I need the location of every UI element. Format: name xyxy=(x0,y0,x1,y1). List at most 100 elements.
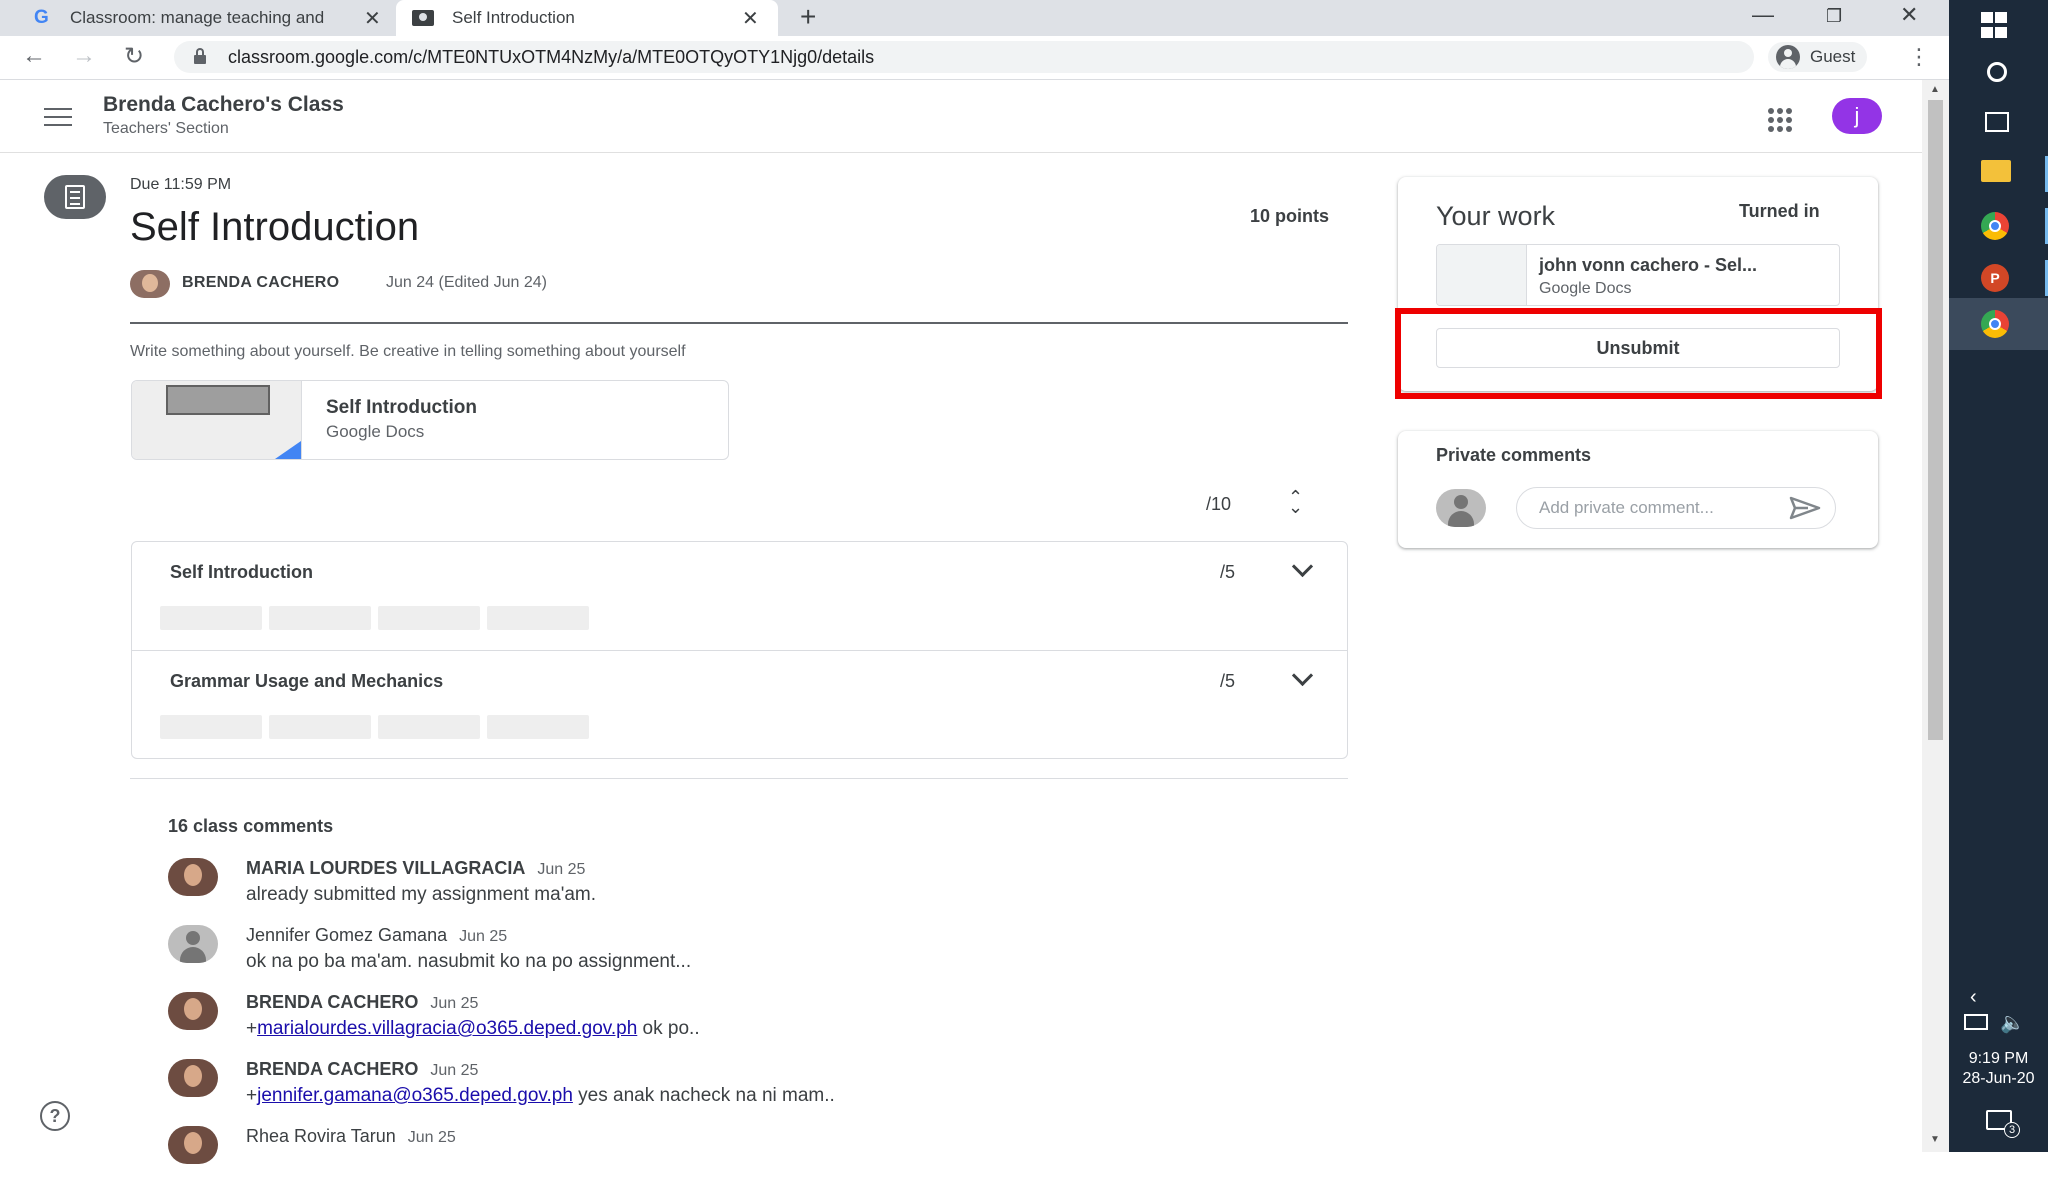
rubric-criterion[interactable]: Grammar Usage and Mechanics /5 xyxy=(132,650,1347,758)
comment-date: Jun 25 xyxy=(430,1062,479,1079)
expand-collapse-icon[interactable]: ⌃ ⌄ xyxy=(1288,488,1303,516)
tab-self-introduction[interactable]: Self Introduction ✕ xyxy=(396,0,778,36)
comment-date: Jun 25 xyxy=(537,861,586,878)
file-type: Google Docs xyxy=(1539,280,1632,297)
attachment-type: Google Docs xyxy=(326,422,425,441)
clock-time[interactable]: 9:19 PM xyxy=(1949,1050,2048,1068)
divider xyxy=(130,778,1348,779)
commenter-avatar xyxy=(168,858,218,896)
comment-author: Jennifer Gomez Gamana xyxy=(246,925,448,945)
due-date: Due 11:59 PM xyxy=(130,176,232,193)
page-scrollbar[interactable]: ▲ ▼ xyxy=(1922,80,1949,1152)
mention-link[interactable]: jennifer.gamana@o365.deped.gov.ph xyxy=(257,1085,573,1106)
class-header: Brenda Cachero's Class Teachers' Section… xyxy=(0,80,1922,153)
notification-count: 3 xyxy=(2004,1122,2020,1138)
private-comments-card: Private comments xyxy=(1398,431,1878,548)
class-comment: BRENDA CACHERO Jun 25 +jennifer.gamana@o3… xyxy=(168,1059,1068,1119)
scrollbar-thumb[interactable] xyxy=(1928,100,1943,740)
powerpoint-icon[interactable]: P xyxy=(1949,252,2048,304)
menu-dots-icon[interactable]: ⋮ xyxy=(1908,44,1930,70)
network-icon[interactable] xyxy=(1964,1014,1988,1030)
volume-icon[interactable]: 🔈 xyxy=(2000,1010,2025,1035)
comment-body: +marialourdes.villagracia@o365.deped.gov… xyxy=(246,1018,700,1039)
windows-taskbar: P xyxy=(1949,0,2048,1152)
show-hidden-icons-icon[interactable]: ‹ xyxy=(1970,986,1977,1009)
chrome-icon[interactable] xyxy=(1949,200,2048,252)
attachment-thumbnail xyxy=(132,381,302,459)
comment-author: Rhea Rovira Tarun xyxy=(246,1126,396,1146)
class-comment: MARIA LOURDES VILLAGRACIA Jun 25 already … xyxy=(168,858,1068,918)
class-section: Teachers' Section xyxy=(103,120,229,137)
rubric-criterion[interactable]: Self Introduction /5 xyxy=(132,542,1347,650)
tab-label: Self Introduction xyxy=(452,8,575,27)
forward-arrow-icon[interactable]: → xyxy=(72,42,96,70)
minimize-icon[interactable]: — xyxy=(1752,2,1774,28)
clock-date[interactable]: 28-Jun-20 xyxy=(1949,1070,2048,1088)
account-avatar[interactable]: j xyxy=(1832,98,1882,134)
attachment-card[interactable]: Self Introduction Google Docs xyxy=(131,380,729,460)
comment-date: Jun 25 xyxy=(407,1129,456,1146)
new-tab-icon[interactable]: + xyxy=(800,1,816,33)
comment-body: already submitted my assignment ma'am. xyxy=(246,884,596,905)
divider xyxy=(130,322,1348,324)
criterion-levels xyxy=(160,715,589,739)
reload-icon[interactable]: ↻ xyxy=(124,42,144,71)
close-tab-icon[interactable]: ✕ xyxy=(742,6,759,31)
user-avatar xyxy=(1436,489,1486,527)
restore-icon[interactable]: ❐ xyxy=(1826,6,1842,27)
browser-toolbar: ← → ↻ classroom.google.com/c/MTE0NTUxOTM… xyxy=(0,36,1949,80)
criterion-score: /5 xyxy=(1220,671,1236,691)
criterion-levels xyxy=(160,606,589,630)
assignment-title: Self Introduction xyxy=(130,205,420,249)
class-comments-count[interactable]: 16 class comments xyxy=(168,816,333,837)
address-bar[interactable]: classroom.google.com/c/MTE0NTUxOTM4NzMy/… xyxy=(174,41,1754,73)
chevron-down-icon[interactable] xyxy=(1288,665,1318,695)
search-icon[interactable] xyxy=(1949,50,2048,102)
back-arrow-icon[interactable]: ← xyxy=(22,42,46,70)
mention-link[interactable]: marialourdes.villagracia@o365.deped.gov.… xyxy=(257,1018,637,1039)
class-comment: BRENDA CACHERO Jun 25 +marialourdes.villa… xyxy=(168,992,1068,1052)
send-icon[interactable] xyxy=(1788,495,1822,521)
scroll-up-icon[interactable]: ▲ xyxy=(1930,84,1940,95)
file-thumbnail xyxy=(1437,245,1527,305)
turned-in-status: Turned in xyxy=(1739,201,1820,221)
comment-author: BRENDA CACHERO xyxy=(246,992,419,1012)
submitted-file[interactable]: john vonn cachero - Sel... Google Docs xyxy=(1436,244,1840,306)
scroll-down-icon[interactable]: ▼ xyxy=(1930,1134,1940,1145)
comment-body: +jennifer.gamana@o365.deped.gov.ph yes a… xyxy=(246,1085,835,1106)
file-explorer-icon[interactable] xyxy=(1949,148,2048,200)
task-view-icon[interactable] xyxy=(1949,100,2048,152)
google-apps-icon[interactable] xyxy=(1768,108,1792,132)
tab-label: Classroom: manage teaching and xyxy=(70,8,325,27)
class-comment: Rhea Rovira Tarun Jun 25 xyxy=(168,1126,1068,1186)
chevron-down-icon[interactable] xyxy=(1288,556,1318,586)
class-title[interactable]: Brenda Cachero's Class xyxy=(103,93,344,117)
assignment-instructions: Write something about yourself. Be creat… xyxy=(130,343,686,360)
lock-icon xyxy=(194,48,206,64)
annotation-highlight-box xyxy=(1395,308,1882,399)
attachment-title: Self Introduction xyxy=(326,397,477,418)
main-menu-icon[interactable] xyxy=(44,108,72,126)
chrome-icon[interactable] xyxy=(1949,298,2048,350)
comment-date: Jun 25 xyxy=(459,928,508,945)
rubric: Self Introduction /5 Grammar Usage and M… xyxy=(131,541,1348,759)
help-icon[interactable]: ? xyxy=(40,1101,70,1131)
teacher-avatar xyxy=(130,270,170,298)
browser-tab-strip: G Classroom: manage teaching and ✕ Self … xyxy=(0,0,1949,36)
class-comment: Jennifer Gomez Gamana Jun 25 ok na po ba … xyxy=(168,925,1068,985)
comment-body: ok na po ba ma'am. nasubmit ko na po ass… xyxy=(246,951,692,972)
criterion-score: /5 xyxy=(1220,562,1236,582)
commenter-avatar xyxy=(168,925,218,963)
windows-start-icon[interactable] xyxy=(1949,0,2048,52)
close-icon[interactable]: ✕ xyxy=(1900,2,1918,28)
profile-label: Guest xyxy=(1810,47,1856,66)
profile-button[interactable]: Guest xyxy=(1768,42,1868,72)
url-text[interactable]: classroom.google.com/c/MTE0NTUxOTM4NzMy/… xyxy=(228,47,874,68)
comment-author: BRENDA CACHERO xyxy=(246,1059,419,1079)
comment-author: MARIA LOURDES VILLAGRACIA xyxy=(246,858,526,878)
close-tab-icon[interactable]: ✕ xyxy=(364,6,381,31)
criterion-title: Self Introduction xyxy=(170,562,313,582)
post-date: Jun 24 (Edited Jun 24) xyxy=(386,274,547,291)
tab-classroom[interactable]: G Classroom: manage teaching and ✕ xyxy=(24,0,396,36)
file-name: john vonn cachero - Sel... xyxy=(1539,255,1758,275)
